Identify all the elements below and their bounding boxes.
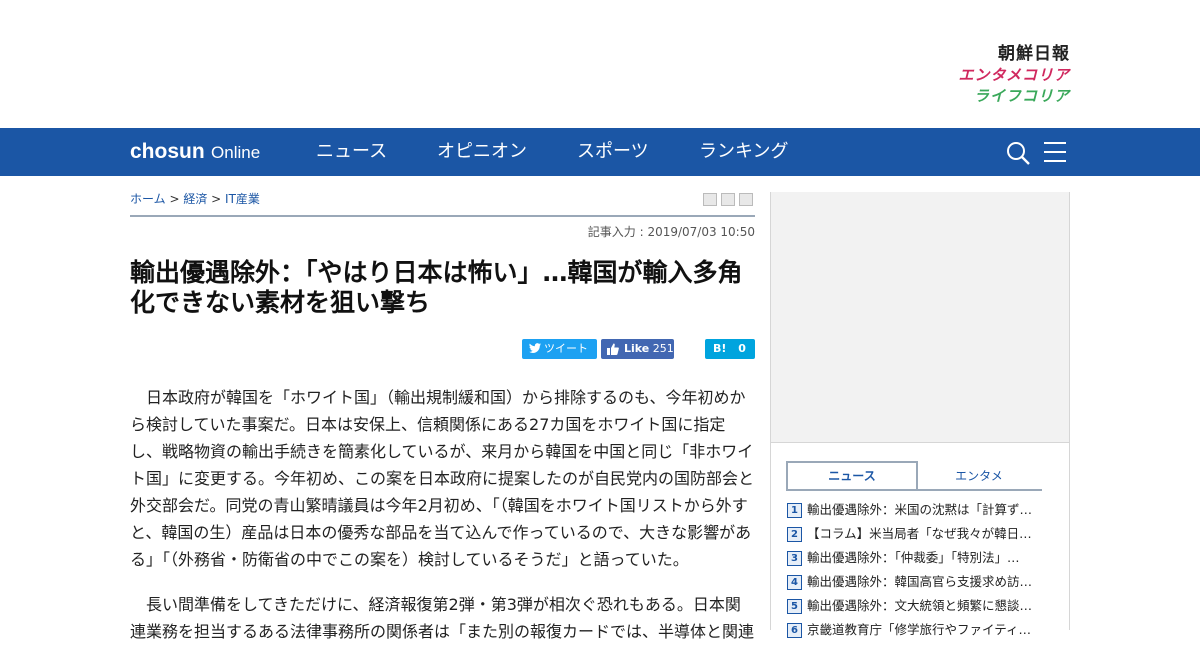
header-divider xyxy=(130,215,755,217)
text-view-icon[interactable] xyxy=(721,193,735,206)
life-korea-link[interactable]: ライフコリア xyxy=(958,86,1070,106)
rank-title[interactable]: 輸出優遇除外：韓国高官ら支援求め訪米… xyxy=(807,572,1042,592)
twitter-bird-icon xyxy=(529,343,541,353)
nav-item-opinion[interactable]: オピニオン xyxy=(437,141,577,163)
rank-badge: 3 xyxy=(787,550,802,566)
article-body: 日本政府が韓国を「ホワイト国」（輸出規制緩和国）から排除するのも、今年初めから検… xyxy=(130,384,755,663)
hatena-count: 0 xyxy=(738,342,746,355)
list-item[interactable]: 5 輸出優遇除外：文大統領と頻繁に懇談… xyxy=(787,594,1057,618)
tab-entame[interactable]: エンタメ xyxy=(916,463,1042,487)
breadcrumb-it-industry[interactable]: IT産業 xyxy=(225,192,260,206)
breadcrumb-economy[interactable]: 経済 xyxy=(183,192,207,206)
hatena-icon: B! xyxy=(713,342,727,355)
list-item[interactable]: 4 輸出優遇除外：韓国高官ら支援求め訪米… xyxy=(787,570,1057,594)
rank-title[interactable]: 京畿道教育庁「修学旅行やファイティン… xyxy=(807,620,1042,640)
nav-menu: ニュース オピニオン スポーツ ランキング xyxy=(316,141,799,163)
like-label: Like xyxy=(624,342,650,355)
chosun-online-logo[interactable]: chosun Online xyxy=(130,140,260,164)
top-header: 朝鮮日報 エンタメコリア ライフコリア xyxy=(0,0,1200,128)
logo-text-chosun: chosun xyxy=(130,140,205,163)
hatena-bookmark-button[interactable]: B! 0 xyxy=(705,339,755,359)
facebook-like-button[interactable]: Like 251 xyxy=(601,339,674,359)
article-date: 記事入力 : 2019/07/03 10:50 xyxy=(587,225,755,239)
rank-badge: 1 xyxy=(787,502,802,518)
ad-placeholder xyxy=(771,192,1069,443)
rank-badge: 4 xyxy=(787,574,802,590)
list-item[interactable]: 3 輸出優遇除外：「仲裁委」「特別法」… xyxy=(787,546,1057,570)
nav-item-ranking[interactable]: ランキング xyxy=(699,141,799,163)
ranking-list: 1 輸出優遇除外：米国の沈黙は「計算ずく」… 2 【コラム】米当局者「なぜ我々が韓日… xyxy=(787,498,1057,642)
nav-item-sports[interactable]: スポーツ xyxy=(577,141,699,163)
tweet-label: ツイート xyxy=(544,342,588,355)
tab-news[interactable]: ニュース xyxy=(786,461,918,489)
article-paragraph: 長い間準備をしてきただけに、経済報復第2弾・第3弾が相次ぐ恐れもある。日本関連業… xyxy=(130,595,755,641)
breadcrumb-home[interactable]: ホーム xyxy=(130,192,166,206)
rank-title[interactable]: 輸出優遇除外：「仲裁委」「特別法」… xyxy=(807,548,1042,568)
sidebar: ニュース エンタメ 1 輸出優遇除外：米国の沈黙は「計算ずく」… 2 【コラム】米当… xyxy=(770,192,1070,638)
thumbs-up-icon xyxy=(607,343,619,355)
menu-icon[interactable] xyxy=(1044,142,1066,162)
tweet-button[interactable]: ツイート xyxy=(522,339,597,359)
rank-title[interactable]: 輸出優遇除外：米国の沈黙は「計算ずく」… xyxy=(807,500,1042,520)
like-count: 251 xyxy=(652,342,674,355)
chosun-ilbo-link[interactable]: 朝鮮日報 xyxy=(958,44,1070,64)
article-headline: 輸出優遇除外：「やはり日本は怖い」…韓国が輸入多角化できない素材を狙い撃ち xyxy=(130,258,743,317)
rank-title[interactable]: 【コラム】米当局者「なぜ我々が韓日の… xyxy=(807,524,1042,544)
nav-item-news[interactable]: ニュース xyxy=(316,141,437,163)
list-item[interactable]: 2 【コラム】米当局者「なぜ我々が韓日の… xyxy=(787,522,1057,546)
entame-korea-link[interactable]: エンタメコリア xyxy=(958,64,1070,86)
rank-badge: 5 xyxy=(787,598,802,614)
breadcrumb-separator: > xyxy=(165,192,184,206)
list-item[interactable]: 6 京畿道教育庁「修学旅行やファイティン… xyxy=(787,618,1057,642)
search-icon[interactable] xyxy=(1006,141,1030,165)
rank-title[interactable]: 輸出優遇除外：文大統領と頻繁に懇談… xyxy=(807,596,1042,616)
list-item[interactable]: 1 輸出優遇除外：米国の沈黙は「計算ずく」… xyxy=(787,498,1057,522)
partner-brand-links: 朝鮮日報 エンタメコリア ライフコリア xyxy=(958,44,1070,106)
rank-badge: 6 xyxy=(787,622,802,638)
breadcrumb-separator: > xyxy=(207,192,226,206)
back-arrow-icon[interactable] xyxy=(739,193,753,206)
article-paragraph: 日本政府が韓国を「ホワイト国」（輸出規制緩和国）から排除するのも、今年初めから検… xyxy=(130,388,755,569)
print-icon[interactable] xyxy=(703,193,717,206)
rank-badge: 2 xyxy=(787,526,802,542)
ranking-tabs: ニュース エンタメ xyxy=(786,461,1042,491)
article-tools xyxy=(703,193,753,206)
breadcrumb: ホーム > 経済 > IT産業 xyxy=(130,190,260,207)
logo-text-online: Online xyxy=(211,143,261,162)
